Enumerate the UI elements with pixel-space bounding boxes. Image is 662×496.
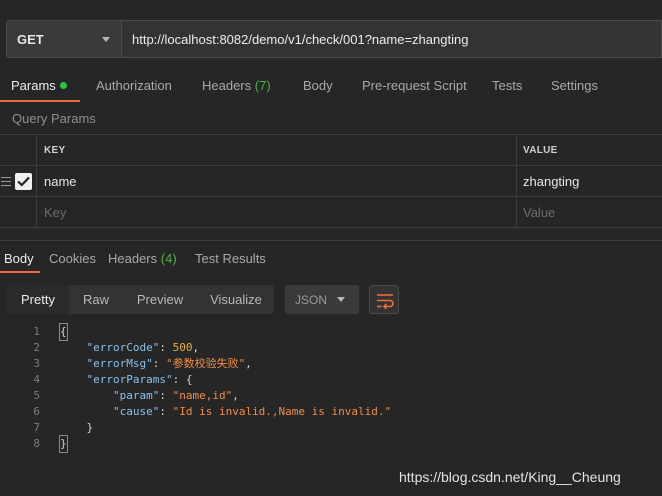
view-raw-button[interactable]: Raw bbox=[70, 285, 122, 314]
tab-count-badge: (4) bbox=[160, 251, 177, 266]
line-number: 8 bbox=[33, 437, 40, 450]
chevron-down-icon bbox=[102, 37, 110, 42]
view-mode-group: Pretty Raw Preview Visualize bbox=[6, 285, 274, 314]
new-value-input[interactable]: Value bbox=[517, 197, 662, 227]
code-line: 1{ bbox=[0, 323, 662, 341]
code-line: 4 "errorParams": { bbox=[0, 372, 662, 388]
query-params-title: Query Params bbox=[12, 111, 96, 126]
drag-handle-icon[interactable] bbox=[1, 177, 11, 186]
tab-label: Body bbox=[303, 78, 333, 93]
method-label: GET bbox=[17, 31, 44, 47]
row-check-cell bbox=[0, 197, 37, 227]
line-number: 1 bbox=[33, 325, 40, 338]
line-number: 3 bbox=[33, 357, 40, 370]
tab-count-badge: (7) bbox=[254, 78, 271, 93]
code-text: "param": "name,id", bbox=[112, 389, 239, 402]
wrap-lines-icon bbox=[377, 294, 394, 309]
tab-settings[interactable]: Settings bbox=[551, 78, 598, 93]
active-response-tab-indicator bbox=[0, 271, 40, 273]
wrap-lines-button[interactable] bbox=[369, 285, 399, 314]
code-text: "errorCode": 500, bbox=[86, 341, 200, 354]
response-tab-body[interactable]: Body bbox=[4, 251, 34, 266]
tab-label: Settings bbox=[551, 78, 598, 93]
response-tab-headers[interactable]: Headers (4) bbox=[108, 251, 177, 266]
tab-label: Cookies bbox=[49, 251, 96, 266]
tab-pre-request-script[interactable]: Pre-request Script bbox=[362, 78, 467, 93]
line-number: 7 bbox=[33, 421, 40, 434]
param-key-input[interactable]: name bbox=[37, 166, 517, 196]
tab-authorization[interactable]: Authorization bbox=[96, 78, 172, 93]
param-checkbox[interactable] bbox=[15, 173, 32, 190]
code-line: 8} bbox=[0, 435, 662, 453]
line-number: 2 bbox=[33, 341, 40, 354]
tab-label: Tests bbox=[492, 78, 523, 93]
code-text: { bbox=[59, 323, 68, 341]
tab-label: Authorization bbox=[96, 78, 172, 93]
request-tabs: Params Authorization Headers (7) Body Pr… bbox=[0, 72, 662, 100]
view-visualize-button[interactable]: Visualize bbox=[198, 285, 274, 314]
chevron-down-icon bbox=[337, 297, 345, 302]
line-number: 6 bbox=[33, 405, 40, 418]
key-column-header: KEY bbox=[37, 135, 517, 165]
tab-label: Headers bbox=[108, 251, 158, 266]
code-text: } bbox=[60, 421, 94, 434]
response-tab-cookies[interactable]: Cookies bbox=[49, 251, 96, 266]
value-column-header: VALUE bbox=[523, 144, 558, 156]
tab-headers[interactable]: Headers (7) bbox=[202, 78, 271, 93]
tab-label: Body bbox=[4, 251, 34, 266]
params-table: KEY VALUE name zhangting Key Value bbox=[0, 134, 662, 228]
checkmark-icon bbox=[17, 176, 30, 187]
tab-label: Headers bbox=[202, 78, 252, 93]
tab-label: Pre-request Script bbox=[362, 78, 467, 93]
code-line: 6 "cause": "Id is invalid.,Name is inval… bbox=[0, 404, 662, 420]
code-line: 3 "errorMsg": "参数校验失败", bbox=[0, 356, 662, 372]
param-value-input[interactable]: zhangting bbox=[517, 166, 662, 196]
code-line: 2 "errorCode": 500, bbox=[0, 340, 662, 356]
tab-tests[interactable]: Tests bbox=[492, 78, 522, 93]
format-label: JSON bbox=[295, 292, 328, 307]
tab-body[interactable]: Body bbox=[303, 78, 333, 93]
code-text: "cause": "Id is invalid.,Name is invalid… bbox=[112, 405, 392, 418]
new-key-input[interactable]: Key bbox=[37, 197, 517, 227]
table-row-empty: Key Value bbox=[0, 197, 662, 228]
watermark-text: https://blog.csdn.net/King__Cheung bbox=[399, 469, 621, 485]
header-check-cell bbox=[0, 135, 37, 165]
view-pretty-button[interactable]: Pretty bbox=[6, 285, 70, 314]
method-select[interactable]: GET bbox=[6, 20, 122, 58]
response-tabs: Body Cookies Headers (4) Test Results bbox=[0, 244, 662, 272]
code-text: } bbox=[59, 435, 68, 453]
code-line: 5 "param": "name,id", bbox=[0, 388, 662, 404]
status-dot-icon bbox=[59, 82, 67, 89]
code-text: "errorParams": { bbox=[86, 373, 193, 386]
table-row: name zhangting bbox=[0, 166, 662, 197]
view-preview-button[interactable]: Preview bbox=[122, 285, 198, 314]
line-number: 5 bbox=[33, 389, 40, 402]
active-tab-indicator bbox=[0, 100, 80, 102]
code-text: "errorMsg": "参数校验失败", bbox=[86, 357, 252, 370]
row-check-cell bbox=[0, 166, 37, 196]
line-number: 4 bbox=[33, 373, 40, 386]
divider bbox=[0, 240, 662, 241]
tab-label: Test Results bbox=[195, 251, 266, 266]
format-select[interactable]: JSON bbox=[285, 285, 359, 314]
request-bar: GET http://localhost:8082/demo/v1/check/… bbox=[0, 0, 662, 68]
url-input[interactable]: http://localhost:8082/demo/v1/check/001?… bbox=[122, 20, 662, 58]
code-line: 7 } bbox=[0, 420, 662, 436]
response-body-editor[interactable]: 1{ 2 "errorCode": 500, 3 "errorMsg": "参数… bbox=[0, 323, 662, 453]
tab-params[interactable]: Params bbox=[11, 78, 67, 93]
tab-label: Params bbox=[11, 78, 56, 93]
response-tab-test-results[interactable]: Test Results bbox=[195, 251, 266, 266]
table-header-row: KEY VALUE bbox=[0, 135, 662, 166]
